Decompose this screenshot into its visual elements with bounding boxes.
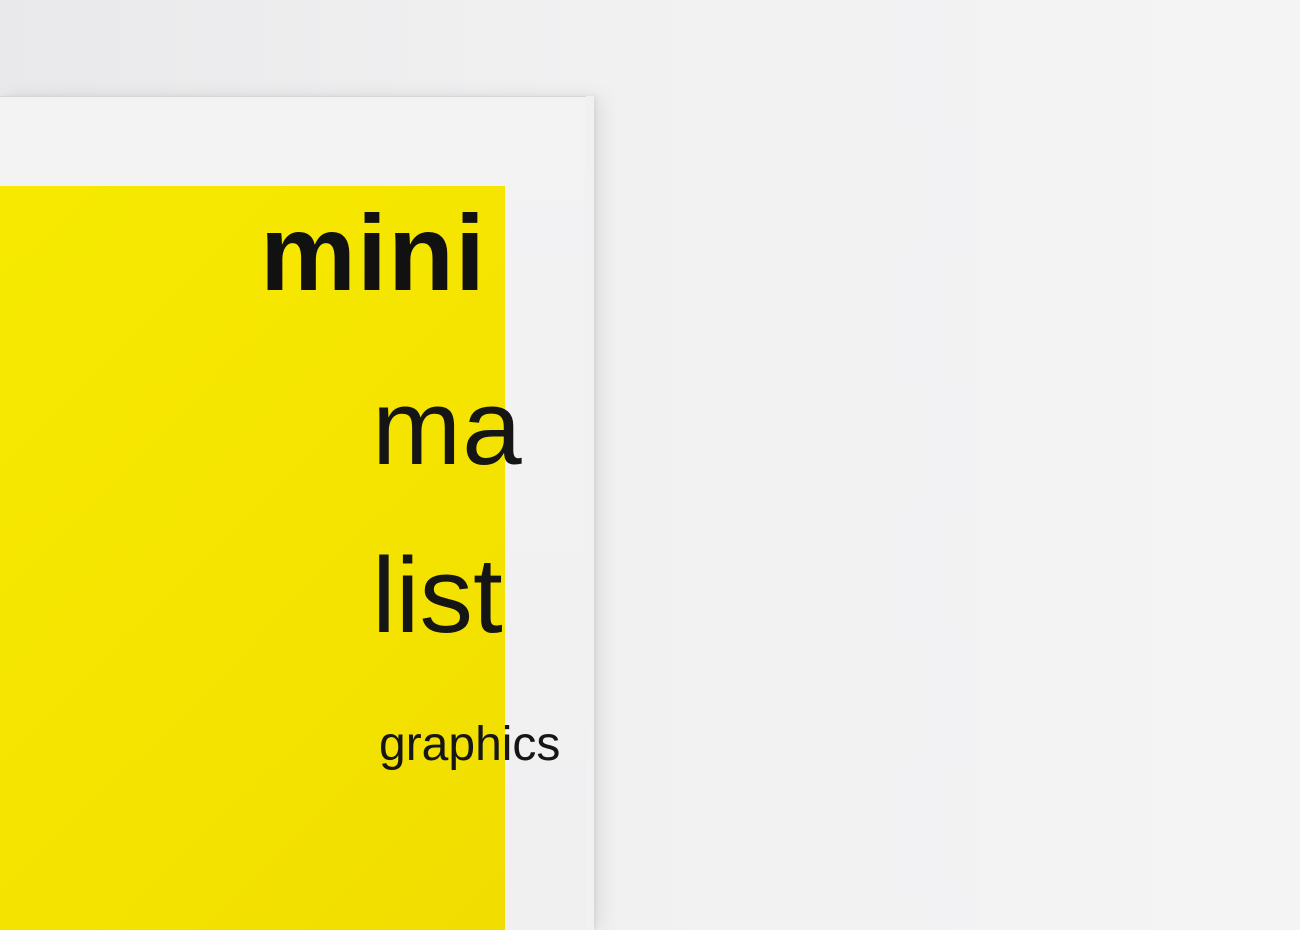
title-line-list: list: [372, 535, 503, 655]
title-line-ma: ma: [372, 367, 523, 487]
book-cover: mini ma list graphics: [0, 96, 586, 930]
scene: mini ma list graphics: [0, 0, 1300, 930]
title-line-mini: mini: [260, 192, 487, 313]
subtitle-graphics: graphics: [379, 718, 561, 771]
